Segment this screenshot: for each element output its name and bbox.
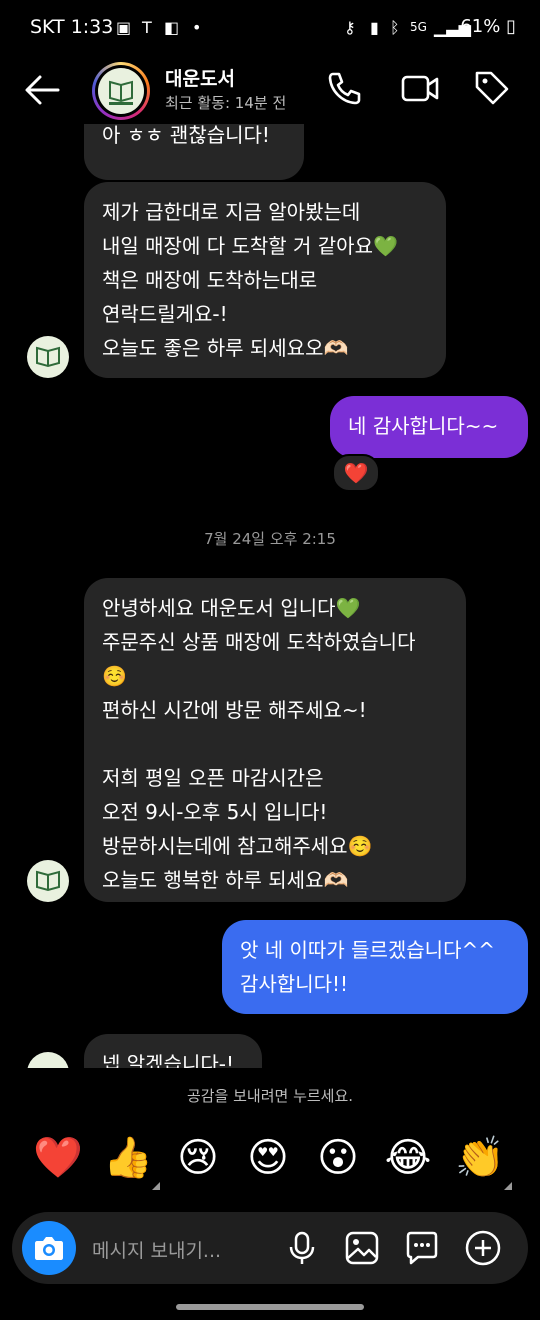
quick-reaction-bar: ❤️ 👍 😢 😍 😮 😂 👏	[0, 1130, 540, 1194]
last-active-status: 최근 활동: 14분 전	[165, 94, 287, 112]
plus-icon[interactable]	[463, 1228, 503, 1268]
microphone-icon[interactable]	[282, 1228, 322, 1268]
sender-avatar[interactable]	[27, 860, 69, 902]
reaction-hint: 공감을 보내려면 누르세요.	[186, 1087, 354, 1105]
book-logo-icon	[36, 346, 60, 368]
crying-emoji-button[interactable]: 😢	[170, 1130, 226, 1186]
status-time: SKT 1:33	[30, 16, 114, 38]
message-line: 저희 평일 오픈 마감시간은	[102, 766, 324, 790]
message-line: 앗 네 이따가 들르겠습니다^^	[240, 938, 495, 962]
camera-icon	[35, 1237, 63, 1260]
message-line: 주문주신 상품 매장에 도착하였습니다	[102, 630, 416, 654]
message-line: 넵 알겠습니다-!	[102, 1052, 234, 1068]
clapping-emoji-button[interactable]: 👏	[452, 1130, 508, 1186]
back-arrow-icon[interactable]	[22, 72, 62, 108]
message-line: 오늘도 행복한 하루 되세요🫶🏻	[102, 868, 349, 892]
message-composer: 메시지 보내기...	[12, 1212, 528, 1284]
bluetooth-icon: ᛒ	[390, 18, 400, 37]
shopping-bag-icon: ◧	[164, 18, 180, 37]
heart-emoji-button[interactable]: ❤️	[30, 1130, 86, 1186]
message-line: 감사합니다!!	[240, 972, 349, 996]
date-separator: 7월 24일 오후 2:15	[204, 530, 336, 548]
more-options-indicator	[152, 1182, 160, 1190]
laughing-emoji-button[interactable]: 😂	[380, 1130, 436, 1186]
gallery-icon: ▣	[116, 18, 132, 37]
incoming-message[interactable]: 넵 알겠습니다-!	[84, 1034, 262, 1068]
outgoing-message[interactable]: 앗 네 이따가 들르겠습니다^^ 감사합니다!!	[222, 920, 528, 1014]
phone-icon[interactable]	[324, 68, 364, 108]
sender-avatar[interactable]	[27, 336, 69, 378]
message-reaction[interactable]: ❤️	[332, 454, 380, 492]
gallery-icon[interactable]	[342, 1228, 382, 1268]
5g-icon: 5G	[410, 20, 427, 34]
outgoing-message[interactable]: 네 감사합니다~~	[330, 396, 528, 458]
thumbs-up-emoji-button[interactable]: 👍	[100, 1130, 156, 1186]
tag-icon[interactable]	[472, 68, 512, 108]
heart-eyes-emoji-button[interactable]: 😍	[240, 1130, 296, 1186]
message-line: 책은 매장에 도착하는대로	[102, 268, 318, 292]
message-line: 내일 매장에 다 도착할 거 같아요💚	[102, 234, 398, 258]
battery-saver-icon: ▮	[370, 18, 379, 37]
status-bar: SKT 1:33 ▣ T ◧ • ⚷ ▮ ᛒ 5G ▁▃▅ 61% ▯	[0, 0, 540, 58]
more-options-indicator	[504, 1182, 512, 1190]
message-line: 편하신 시간에 방문 해주세요~!	[102, 698, 367, 722]
incoming-message[interactable]: 안녕하세요 대운도서 입니다💚 주문주신 상품 매장에 도착하였습니다 ☺️ 편…	[84, 578, 466, 902]
sticker-icon[interactable]	[402, 1228, 442, 1268]
book-logo-icon	[36, 870, 60, 892]
message-line: 방문하시는데에 참고해주세요☺️	[102, 834, 373, 858]
dot-icon: •	[192, 18, 202, 37]
video-icon[interactable]	[400, 68, 440, 108]
message-line: 제가 급한대로 지금 알아봤는데	[102, 200, 361, 224]
tesla-icon: T	[142, 18, 152, 37]
message-line: 연락드릴게요-!	[102, 302, 228, 326]
chat-header: 대운도서 최근 활동: 14분 전	[0, 58, 540, 124]
key-icon: ⚷	[344, 18, 356, 37]
message-line: 오전 9시-오후 5시 입니다!	[102, 800, 328, 824]
incoming-message[interactable]: 아 ㅎㅎ 괜찮습니다!	[84, 124, 304, 180]
message-input[interactable]: 메시지 보내기...	[92, 1236, 221, 1263]
book-logo-icon	[109, 80, 133, 105]
message-line: 오늘도 좋은 하루 되세요오🫶🏻	[102, 336, 349, 360]
message-line: 아 ㅎㅎ 괜찮습니다!	[102, 124, 270, 147]
home-indicator[interactable]	[176, 1304, 364, 1310]
message-line	[102, 727, 448, 761]
contact-name[interactable]: 대운도서	[165, 64, 235, 91]
heart-reaction-icon: ❤️	[343, 461, 369, 485]
contact-avatar[interactable]	[92, 62, 150, 120]
battery-level: 61% ▯	[460, 16, 516, 37]
camera-button[interactable]	[22, 1221, 76, 1275]
message-list[interactable]: 아 ㅎㅎ 괜찮습니다! 제가 급한대로 지금 알아봤는데 내일 매장에 다 도착…	[0, 124, 540, 1068]
sender-avatar[interactable]	[27, 1052, 69, 1068]
message-line: ☺️	[102, 664, 127, 688]
surprised-emoji-button[interactable]: 😮	[310, 1130, 366, 1186]
message-line: 안녕하세요 대운도서 입니다💚	[102, 596, 361, 620]
incoming-message[interactable]: 제가 급한대로 지금 알아봤는데 내일 매장에 다 도착할 거 같아요💚 책은 …	[84, 182, 446, 378]
message-line: 네 감사합니다~~	[348, 414, 499, 438]
